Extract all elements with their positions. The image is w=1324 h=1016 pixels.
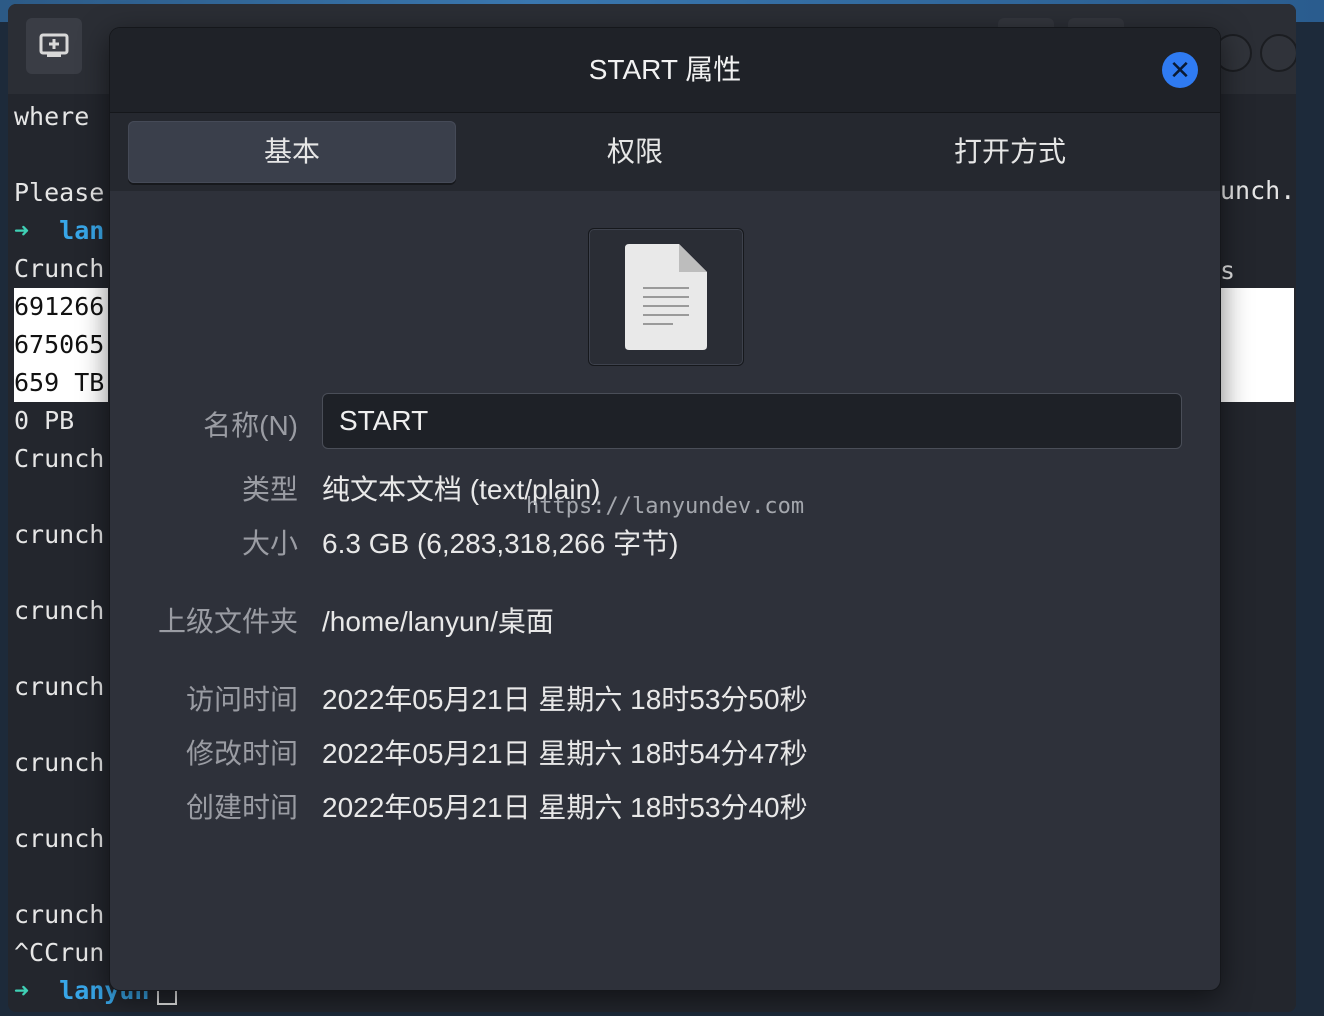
file-icon-button[interactable] [588, 228, 744, 366]
properties-dialog: START 属性 ✕ 基本 权限 打开方式 名称(N) 类型 纯文本文档 (te… [110, 28, 1220, 990]
terminal-line-text: crunch [14, 520, 105, 549]
terminal-line-text: crunch [14, 900, 105, 929]
modified-label: 修改时间 [185, 738, 298, 769]
name-input[interactable] [322, 393, 1182, 449]
terminal-line-text: crunch [14, 824, 105, 853]
size-value: 6.3 GB (6,283,318,266 字节) [322, 528, 679, 559]
dialog-titlebar[interactable]: START 属性 ✕ [110, 28, 1220, 113]
new-tab-button[interactable] [26, 18, 82, 74]
terminal-line-text: 691266 [14, 288, 109, 326]
terminal-line-text: crunch [14, 672, 105, 701]
modified-value: 2022年05月21日 星期六 18时54分47秒 [322, 738, 808, 769]
created-label: 创建时间 [185, 792, 298, 823]
tab-permissions[interactable]: 权限 [470, 121, 800, 183]
tab-bar: 基本 权限 打开方式 [110, 113, 1220, 191]
watermark: https://lanyundev.com [526, 494, 805, 519]
created-value: 2022年05月21日 星期六 18时53分40秒 [322, 792, 808, 823]
dialog-title: START 属性 [588, 54, 742, 85]
tab-open-with[interactable]: 打开方式 [830, 121, 1190, 183]
terminal-line-text: crunch [14, 596, 105, 625]
terminal-line-text: ^CCrun [14, 938, 105, 967]
terminal-text-fragment: s [1220, 256, 1236, 285]
accessed-value: 2022年05月21日 星期六 18时53分50秒 [322, 684, 808, 715]
prompt-arrow-icon: ➜ [14, 216, 30, 245]
parent-folder-label: 上级文件夹 [157, 606, 298, 637]
terminal-line-text: 675065 [14, 326, 109, 364]
size-label: 大小 [241, 528, 298, 559]
terminal-line-text: Crunch [14, 444, 105, 473]
prompt-arrow-icon: ➜ [14, 976, 30, 1005]
parent-folder-value: /home/lanyun/桌面 [322, 606, 554, 637]
terminal-line-text: Crunch [14, 254, 105, 283]
terminal-line-text: where [14, 102, 105, 131]
close-button[interactable]: ✕ [1162, 52, 1198, 88]
tab-basic[interactable]: 基本 [128, 121, 456, 183]
terminal-line-text: 659 TB [14, 364, 109, 402]
new-tab-icon [39, 33, 69, 57]
terminal-line-text: crunch [14, 748, 105, 777]
terminal-text-fragment: unch. [1220, 176, 1296, 205]
maximize-button[interactable] [1260, 34, 1296, 72]
accessed-label: 访问时间 [185, 684, 298, 715]
text-document-icon [625, 244, 707, 350]
name-label: 名称(N) [203, 410, 298, 441]
terminal-selection [1218, 288, 1294, 402]
terminal-line-text: Please [14, 178, 105, 207]
close-icon: ✕ [1169, 54, 1191, 85]
type-label: 类型 [241, 474, 298, 505]
prompt-cwd: lan [59, 216, 105, 245]
terminal-line-text: 0 PB [14, 406, 75, 435]
